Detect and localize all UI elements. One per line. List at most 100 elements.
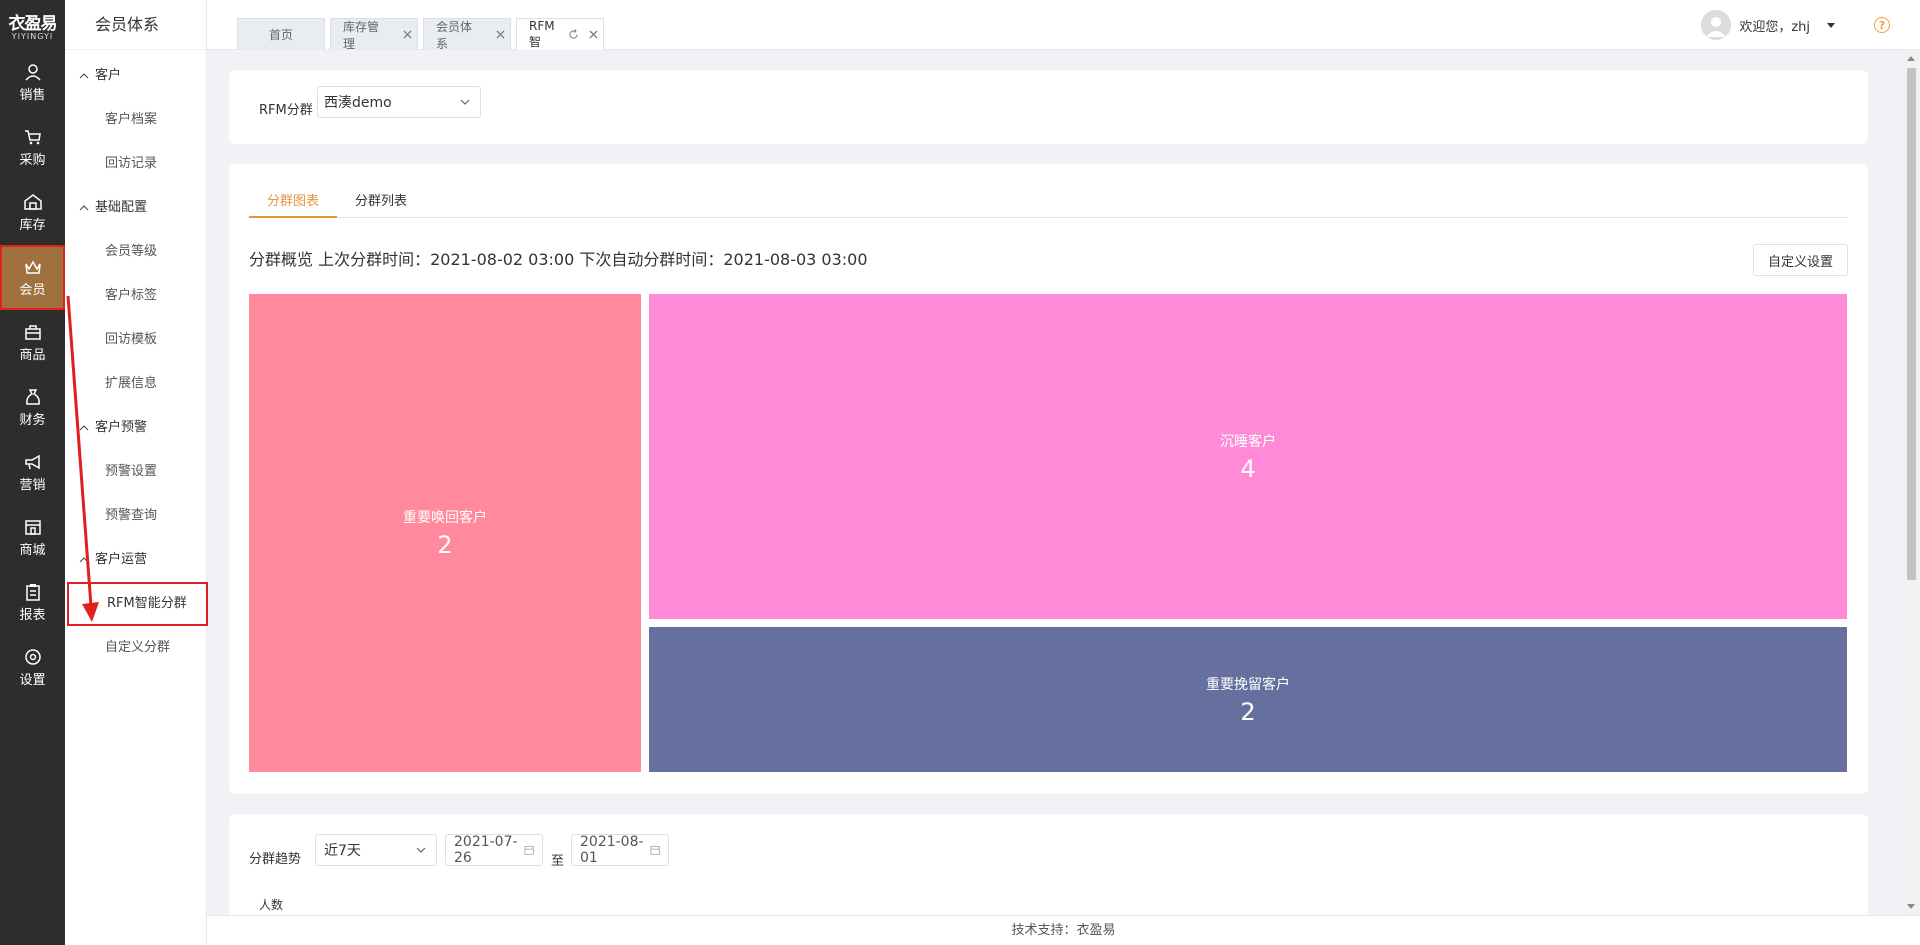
subnav-group-label: 基础配置 [95, 200, 148, 215]
rail-item-7[interactable]: 商城 [0, 505, 65, 570]
end-date-value: 2021-08-01 [580, 834, 644, 866]
treemap-segment[interactable]: 重要唤回客户 2 [249, 294, 641, 772]
help-icon[interactable]: ? [1874, 17, 1890, 33]
chevron-up-icon [79, 71, 89, 81]
subnav-item[interactable]: 会员等级 [65, 230, 206, 274]
subnav-item[interactable]: 预警查询 [65, 494, 206, 538]
rail-item-label: 财务 [19, 413, 46, 428]
close-icon[interactable] [397, 30, 417, 39]
tab-3[interactable]: RFM智 [516, 18, 604, 50]
tab-label: 首页 [268, 28, 293, 42]
end-date-input[interactable]: 2021-08-01 [571, 834, 669, 866]
vertical-scrollbar[interactable] [1903, 50, 1920, 915]
subnav-group[interactable]: 客户预警 [65, 406, 206, 450]
close-icon[interactable] [583, 30, 603, 39]
chevron-up-icon [79, 203, 89, 213]
trend-range-select[interactable]: 近7天 [315, 834, 437, 866]
user-menu[interactable]: 欢迎您，zhj ? [1701, 10, 1890, 40]
scrollbar-thumb[interactable] [1907, 68, 1916, 580]
subnav-group[interactable]: 客户运营 [65, 538, 206, 582]
custom-settings-button[interactable]: 自定义设置 [1752, 244, 1848, 276]
user-greeting: 欢迎您，zhj [1739, 19, 1810, 35]
store-icon [23, 517, 43, 537]
segment-value: 2 [437, 531, 453, 559]
rfm-group-label: RFM分群 [259, 103, 313, 118]
close-icon[interactable] [490, 30, 510, 39]
chevron-up-icon [79, 555, 89, 565]
chart-card: 分群图表 分群列表 分群概览 上次分群时间：2021-08-02 03:00 下… [229, 164, 1868, 794]
scroll-up-icon[interactable] [1907, 56, 1915, 61]
tab-1[interactable]: 库存管理 [330, 18, 418, 51]
subnav-item[interactable]: 客户标签 [65, 274, 206, 318]
start-date-input[interactable]: 2021-07-26 [445, 834, 543, 866]
subnav-group[interactable]: 客户 [65, 54, 206, 98]
rail-item-3[interactable]: 会员 [0, 245, 65, 310]
rail-item-6[interactable]: 营销 [0, 440, 65, 505]
subnav-item[interactable]: RFM智能分群 [67, 582, 208, 626]
tab-label: 会员体系 [436, 19, 473, 51]
settings-icon [23, 647, 43, 667]
logo-text: 衣盈易 [8, 14, 58, 34]
footer: 技术支持：衣盈易 [207, 915, 1920, 945]
cart-icon [23, 127, 43, 147]
subnav-item[interactable]: 扩展信息 [65, 362, 206, 406]
chevron-up-icon [79, 423, 89, 433]
filter-card: RFM分群 西湊demo [229, 70, 1868, 144]
subnav-title: 会员体系 [65, 0, 206, 50]
subnav-item[interactable]: 自定义分群 [65, 626, 206, 670]
calendar-icon [650, 846, 660, 855]
tab-2[interactable]: 会员体系 [423, 18, 511, 51]
rail-item-1[interactable]: 采购 [0, 115, 65, 180]
person-icon [23, 62, 43, 82]
rail-item-label: 采购 [19, 153, 46, 168]
segment-value: 4 [1240, 454, 1256, 483]
warehouse-icon [23, 192, 43, 212]
chart-tabs: 分群图表 分群列表 [249, 192, 1848, 218]
rail-item-label: 营销 [19, 478, 46, 493]
rfm-group-value: 西湊demo [324, 95, 392, 111]
trend-card: 分群趋势 近7天 2021-07-26 至 2021-08-01 人数 [229, 814, 1868, 915]
segment-name: 重要挽留客户 [1206, 676, 1290, 693]
rail-item-label: 库存 [19, 218, 46, 233]
subnav-group[interactable]: 基础配置 [65, 186, 206, 230]
overview-text: 分群概览 上次分群时间：2021-08-02 03:00 下次自动分群时间：20… [249, 250, 868, 269]
segment-name: 沉睡客户 [1220, 433, 1276, 450]
rail-item-2[interactable]: 库存 [0, 180, 65, 245]
refresh-icon[interactable] [568, 29, 579, 40]
subnav-item[interactable]: 回访模板 [65, 318, 206, 362]
rail-item-label: 设置 [19, 673, 46, 688]
tab-list[interactable]: 分群列表 [337, 192, 425, 218]
rail-item-label: 商城 [19, 543, 46, 558]
rfm-group-select[interactable]: 西湊demo [317, 86, 481, 118]
rail-item-8[interactable]: 报表 [0, 570, 65, 635]
treemap-segment[interactable]: 沉睡客户 4 [649, 294, 1847, 619]
tab-chart[interactable]: 分群图表 [249, 192, 338, 218]
caret-down-icon [1827, 23, 1835, 28]
scroll-down-icon[interactable] [1907, 904, 1915, 909]
rail-item-4[interactable]: 商品 [0, 310, 65, 375]
trend-label: 分群趋势 [249, 852, 302, 867]
subnav-item[interactable]: 预警设置 [65, 450, 206, 494]
rail-item-5[interactable]: 财务 [0, 375, 65, 440]
logo: 衣盈易 YIYINGYI [0, 0, 65, 50]
chevron-down-icon [460, 99, 470, 105]
treemap-segment[interactable]: 重要挽留客户 2 [649, 627, 1847, 772]
user-avatar-icon [1706, 17, 1727, 37]
subnav-item[interactable]: 客户档案 [65, 98, 206, 142]
segment-value: 2 [1240, 697, 1256, 726]
rail-item-label: 会员 [19, 283, 46, 298]
tab-label: 库存管理 [343, 19, 380, 51]
tab-0[interactable]: 首页 [237, 18, 325, 50]
crown-icon [23, 257, 43, 277]
rail-item-label: 报表 [19, 608, 46, 623]
rail-item-0[interactable]: 销售 [0, 50, 65, 115]
trend-y-axis-label: 人数 [259, 898, 284, 912]
money-bag-icon [23, 387, 43, 407]
megaphone-icon [23, 452, 43, 472]
main-rail: 衣盈易 YIYINGYI 销售采购库存会员商品财务营销商城报表设置 [0, 0, 65, 945]
start-date-value: 2021-07-26 [454, 834, 518, 866]
subnav-group-label: 客户运营 [95, 552, 148, 567]
date-range-separator: 至 [551, 854, 565, 869]
subnav-item[interactable]: 回访记录 [65, 142, 206, 186]
rail-item-9[interactable]: 设置 [0, 635, 65, 700]
